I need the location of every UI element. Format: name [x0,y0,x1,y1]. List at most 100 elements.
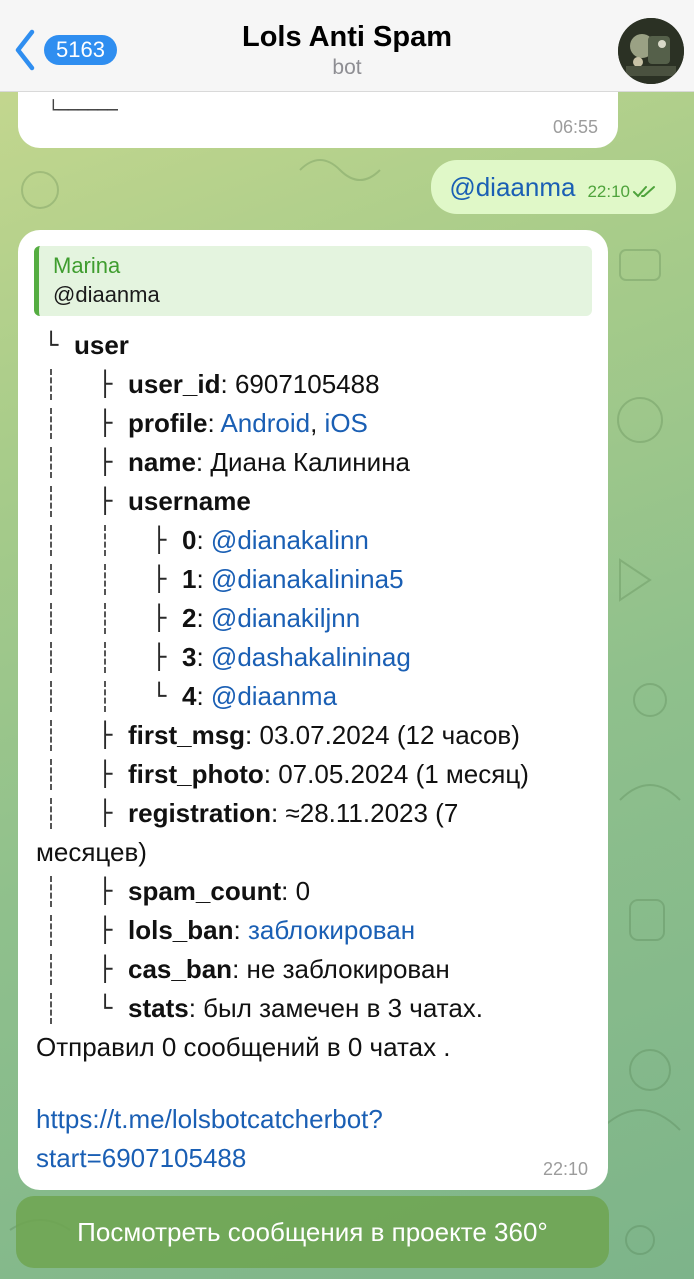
bot-link[interactable]: https://t.me/lolsbotcatcherbot? start=69… [36,1100,383,1178]
username-link[interactable]: @dianakalinina5 [211,564,404,594]
tree-value-registration-cont: месяцев) [36,837,147,867]
hashtag-link-blocked[interactable]: заблокирован [248,915,415,945]
avatar-image [618,18,684,84]
tree-key-first-msg: first_msg [128,720,246,750]
tree-value-row: first_photo: 07.05.2024 (1 месяц) [128,759,529,789]
tree-row-first-photo: ├ first_photo: 07.05.2024 (1 месяц) [36,755,602,794]
tree-branch-glyph: ├ [152,604,167,632]
username-link[interactable]: @dianakiljnn [211,603,360,633]
username-link[interactable]: @dashakalininag [211,642,411,672]
tree-guide [104,525,106,556]
outgoing-message-text[interactable]: @diaanma [449,172,575,203]
tree-guide [50,408,52,439]
tree-guide [50,993,52,1024]
double-check-icon [633,186,655,198]
tree-value-spam-count: 0 [295,876,311,906]
tree-guide [104,681,106,712]
bot-link-line-2[interactable]: start=6907105488 [36,1139,383,1178]
tree-row-registration: ├ registration: ≈28.11.2023 (7 [36,794,602,833]
tree-row-spam-count: ├ spam_count: 0 [36,872,602,911]
tree-key-user: user [74,330,129,360]
message-meta: 22:10 [587,182,658,202]
tree-key-registration: registration [128,798,272,828]
username-index: 3 [182,642,197,672]
hashtag-link-android[interactable]: Android [220,408,310,438]
view-messages-360-button[interactable]: Посмотреть сообщения в проекте 360° [16,1196,609,1268]
tree-value-name: Диана Калинина [210,447,411,477]
tree-branch-glyph: ├ [152,643,167,671]
tree-value-row: first_msg: 03.07.2024 (12 часов) [128,720,520,750]
tree-guide [50,720,52,751]
tree-branch-glyph: ├ [152,526,167,554]
username-link[interactable]: @dianakalinn [211,525,369,555]
tree-value-stats-cont: Отправил 0 сообщений в 0 чатах . [36,1032,451,1062]
tree-key-user-id: user_id [128,369,221,399]
tree-row-user: └ user [36,326,602,365]
tree-row-registration-cont: месяцев) [36,833,602,872]
chat-title: Lols Anti Spam [242,21,452,53]
tree-row-first-msg: ├ first_msg: 03.07.2024 (12 часов) [36,716,602,755]
tree-branch-glyph: ├ [98,370,113,398]
tree-value-row: 1: @dianakalinina5 [182,564,404,594]
message-time: 22:10 [587,182,630,201]
username-index: 4 [182,681,197,711]
user-info-tree: └ user ├ user_id: 6907105488 ├ profile: … [36,326,602,1067]
bot-avatar[interactable] [618,18,684,84]
tree-value-row: cas_ban: не заблокирован [128,954,450,984]
tree-guide [104,564,106,595]
tree-value-first-photo: 07.05.2024 (1 месяц) [278,759,529,789]
tree-guide [104,642,106,673]
bot-message-bubble[interactable]: Marina @diaanma └ user ├ user_id: 690710… [18,230,608,1190]
tree-key-first-photo: first_photo [128,759,264,789]
tree-row-user-id: ├ user_id: 6907105488 [36,365,602,404]
tree-value-registration: ≈28.11.2023 (7 [285,798,459,828]
tree-guide [50,681,52,712]
tree-value-row: spam_count: 0 [128,876,311,906]
chat-header: 5163 Lols Anti Spam bot [0,0,694,92]
tree-guide [104,603,106,634]
tree-value-row: profile: Android, iOS [128,408,368,438]
tree-branch-glyph: ├ [98,448,113,476]
username-index: 2 [182,603,197,633]
tree-guide [50,798,52,829]
bot-link-line-1[interactable]: https://t.me/lolsbotcatcherbot? [36,1100,383,1139]
tree-guide [50,447,52,478]
username-index: 0 [182,525,197,555]
tree-branch-glyph: └ [152,682,167,710]
tree-guide [50,642,52,673]
tree-guide [50,603,52,634]
tree-row-stats: └ stats: был замечен в 3 чатах. [36,989,602,1028]
chat-subtitle: bot [332,56,362,79]
tree-branch-glyph: ├ [98,721,113,749]
chat-title-area[interactable]: Lols Anti Spam bot [0,20,694,82]
tree-row-username: ├ username [36,482,602,521]
tree-value-cas-ban: не заблокирован [246,954,450,984]
tree-branch-glyph: ├ [98,916,113,944]
tree-branch-glyph: └ [98,994,113,1022]
tree-row-username-2: ├ 2: @dianakiljnn [36,599,602,638]
message-time: 22:10 [542,1159,588,1179]
outgoing-message-bubble[interactable]: @diaanma 22:10 [431,160,676,214]
tree-guide [50,759,52,790]
tree-row-username-0: ├ 0: @dianakalinn [36,521,602,560]
tree-value-row: 0: @dianakalinn [182,525,369,555]
tree-key-stats: stats [128,993,189,1023]
tree-value-row: lols_ban: заблокирован [128,915,416,945]
quote-text: @diaanma [53,282,160,307]
hashtag-link-ios[interactable]: iOS [325,408,368,438]
tree-guide [50,525,52,556]
username-link[interactable]: @diaanma [211,681,337,711]
username-index: 1 [182,564,197,594]
tree-row-cas-ban: ├ cas_ban: не заблокирован [36,950,602,989]
tree-branch-glyph: ├ [152,565,167,593]
tree-guide [50,954,52,985]
tree-guide [50,915,52,946]
tree-row-username-4: └ 4: @diaanma [36,677,602,716]
tree-row-lols-ban: ├ lols_ban: заблокирован [36,911,602,950]
tree-value-row: user_id: 6907105488 [128,369,380,399]
tree-value-row: registration: ≈28.11.2023 (7 [128,798,459,828]
reply-quote[interactable]: Marina @diaanma [34,246,592,316]
tree-value-row: 3: @dashakalininag [182,642,411,672]
tree-branch-glyph: ├ [98,877,113,905]
tree-branch-glyph: └ [44,331,59,359]
